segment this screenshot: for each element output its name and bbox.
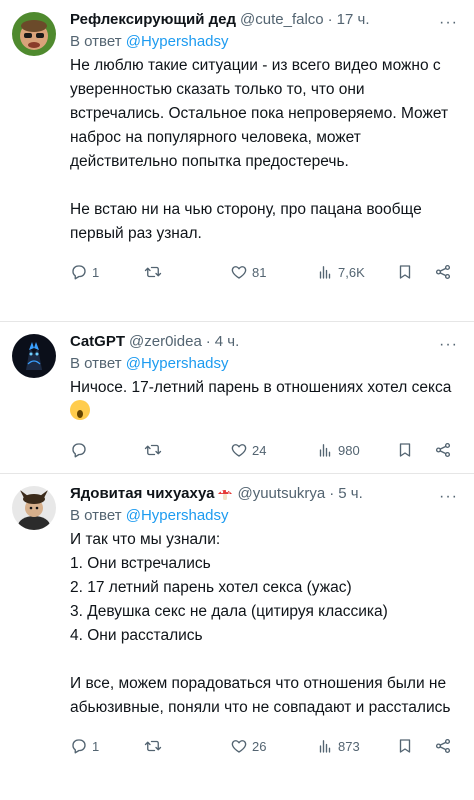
views-count: 7,6K bbox=[338, 264, 365, 280]
bookmark-icon bbox=[399, 739, 411, 753]
reply-context: В ответ @Hypershadsy bbox=[70, 31, 458, 53]
avatar[interactable] bbox=[12, 334, 56, 378]
separator-dot: · bbox=[327, 11, 333, 28]
tweet-text: И так что мы узнали: 1. Они встречались … bbox=[70, 528, 458, 720]
retweet-icon bbox=[144, 444, 162, 456]
share-icon bbox=[435, 264, 451, 280]
views-count: 873 bbox=[338, 738, 360, 754]
retweet-button[interactable] bbox=[144, 737, 230, 755]
tweet-line: 1. Они встречались bbox=[70, 555, 211, 572]
timestamp[interactable]: 17 ч. bbox=[337, 10, 370, 30]
share-icon bbox=[435, 738, 451, 754]
reply-button[interactable]: 1 bbox=[70, 737, 144, 755]
reply-mention[interactable]: @Hypershadsy bbox=[126, 507, 229, 524]
more-icon[interactable]: ··· bbox=[439, 488, 458, 506]
bookmark-button[interactable] bbox=[396, 737, 434, 755]
reply-button[interactable] bbox=[70, 441, 144, 459]
views-icon bbox=[319, 740, 331, 753]
like-button[interactable]: 24 bbox=[230, 441, 316, 459]
tweet-2[interactable]: ··· CatGPT @zer0idea · 4 ч. В ответ @Hyp… bbox=[0, 322, 474, 474]
more-icon[interactable]: ··· bbox=[439, 14, 458, 32]
bookmark-icon bbox=[399, 443, 411, 457]
tweet-paragraph: Не встаю ни на чью сторону, про пацана в… bbox=[70, 201, 422, 242]
separator-dot: · bbox=[329, 485, 335, 502]
bookmark-button[interactable] bbox=[396, 441, 434, 459]
like-button[interactable]: 26 bbox=[230, 737, 316, 755]
bookmark-button[interactable] bbox=[396, 263, 434, 281]
tweet-3[interactable]: ··· Ядовитая чихуахуа @yuutsukrya · 5 ч.… bbox=[0, 474, 474, 800]
views-icon bbox=[319, 266, 331, 279]
like-count: 26 bbox=[252, 738, 267, 754]
share-button[interactable] bbox=[434, 441, 452, 459]
views-icon bbox=[319, 444, 331, 457]
bookmark-icon bbox=[399, 265, 411, 279]
author-name[interactable]: Рефлексирующий дед bbox=[70, 10, 236, 30]
tweet-text: Не люблю такие ситуации - из всего видео… bbox=[70, 54, 458, 246]
action-bar: 1 81 7,6K bbox=[70, 252, 458, 292]
author-name[interactable]: Ядовитая чихуахуа bbox=[70, 484, 214, 504]
tweet-line: 3. Девушка секс не дала (цитируя классик… bbox=[70, 603, 388, 620]
scream-emoji bbox=[70, 400, 90, 420]
reply-prefix: В ответ bbox=[70, 355, 122, 372]
mushroom-emoji bbox=[218, 489, 233, 500]
retweet-icon bbox=[144, 266, 162, 278]
more-icon[interactable]: ··· bbox=[439, 336, 458, 354]
timestamp[interactable]: 4 ч. bbox=[215, 332, 240, 352]
views-button[interactable]: 7,6K bbox=[316, 263, 396, 281]
reply-button[interactable]: 1 bbox=[70, 263, 144, 281]
reply-mention[interactable]: @Hypershadsy bbox=[126, 355, 229, 372]
reply-prefix: В ответ bbox=[70, 507, 122, 524]
retweet-button[interactable] bbox=[144, 263, 230, 281]
tweet-text: Ничосе. 17-летний парень в отношениях хо… bbox=[70, 376, 458, 424]
share-icon bbox=[435, 442, 451, 458]
action-bar: 24 980 bbox=[70, 430, 458, 470]
like-button[interactable]: 81 bbox=[230, 263, 316, 281]
author-name[interactable]: CatGPT bbox=[70, 332, 125, 352]
views-button[interactable]: 873 bbox=[316, 737, 396, 755]
tweet-line: 4. Они расстались bbox=[70, 627, 203, 644]
like-count: 81 bbox=[252, 264, 267, 280]
tweet-paragraph: Не люблю такие ситуации - из всего видео… bbox=[70, 57, 449, 170]
action-bar: 1 26 873 bbox=[70, 726, 458, 766]
share-button[interactable] bbox=[434, 263, 452, 281]
timestamp[interactable]: 5 ч. bbox=[338, 484, 363, 504]
reply-context: В ответ @Hypershadsy bbox=[70, 353, 458, 375]
views-count: 980 bbox=[338, 442, 360, 458]
tweet-body: Ничосе. 17-летний парень в отношениях хо… bbox=[70, 379, 452, 396]
avatar[interactable] bbox=[12, 12, 56, 56]
reply-icon bbox=[72, 265, 86, 280]
tweet-1[interactable]: ··· Рефлексирующий дед @cute_falco · 17 … bbox=[0, 0, 474, 322]
reply-mention[interactable]: @Hypershadsy bbox=[126, 33, 229, 50]
like-icon bbox=[231, 266, 247, 279]
reply-icon bbox=[72, 739, 86, 754]
author-handle[interactable]: @yuutsukrya bbox=[237, 484, 325, 504]
tweet-line: И так что мы узнали: bbox=[70, 531, 221, 548]
views-button[interactable]: 980 bbox=[316, 441, 396, 459]
reply-icon bbox=[72, 443, 86, 458]
like-icon bbox=[231, 444, 247, 457]
author-handle[interactable]: @zer0idea bbox=[129, 332, 202, 352]
author-handle[interactable]: @cute_falco bbox=[240, 10, 324, 30]
like-icon bbox=[231, 740, 247, 753]
like-count: 24 bbox=[252, 442, 267, 458]
retweet-button[interactable] bbox=[144, 441, 230, 459]
share-button[interactable] bbox=[434, 737, 452, 755]
avatar[interactable] bbox=[12, 486, 56, 530]
tweet-line: 2. 17 летний парень хотел секса (ужас) bbox=[70, 579, 352, 596]
tweet-paragraph: И все, можем порадоваться что отношения … bbox=[70, 675, 451, 716]
reply-count: 1 bbox=[92, 738, 100, 754]
reply-context: В ответ @Hypershadsy bbox=[70, 505, 458, 527]
separator-dot: · bbox=[205, 333, 211, 350]
reply-count: 1 bbox=[92, 264, 100, 280]
reply-prefix: В ответ bbox=[70, 33, 122, 50]
retweet-icon bbox=[144, 740, 162, 752]
